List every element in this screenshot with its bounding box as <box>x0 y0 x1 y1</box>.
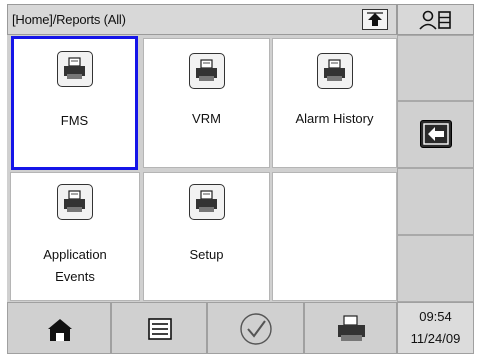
back-arrow-icon <box>423 123 449 145</box>
printer-icon <box>188 53 225 89</box>
clock-date: 11/24/09 <box>410 331 461 346</box>
up-arrow-icon <box>367 12 383 26</box>
back-button[interactable] <box>420 120 452 148</box>
up-button[interactable] <box>362 9 388 30</box>
confirm-button[interactable] <box>207 302 304 354</box>
tile-label-line1: Application <box>43 247 107 262</box>
user-list-icon <box>419 10 451 30</box>
breadcrumb: [Home]/Reports (All) <box>12 12 126 27</box>
printer-icon <box>338 315 365 341</box>
print-button[interactable] <box>304 302 397 354</box>
tile-application-events[interactable]: Application Events <box>10 172 140 301</box>
printer-icon <box>57 184 93 220</box>
bottom-bar: 09:54 11/24/09 <box>7 302 474 354</box>
tile-label: Alarm History <box>295 111 374 126</box>
tile-alarm-history[interactable]: Alarm History <box>272 38 397 168</box>
clock-time: 09:54 <box>419 309 452 324</box>
side-panel <box>397 35 474 302</box>
tile-empty <box>272 172 397 301</box>
side-button-4[interactable] <box>397 235 474 302</box>
printer-icon <box>188 184 225 220</box>
tile-label-line2: Events <box>55 269 95 284</box>
tile-label: Setup <box>189 247 224 262</box>
printer-icon <box>316 53 353 89</box>
side-button-1[interactable] <box>397 35 474 101</box>
report-grid: FMS VRM Alarm History Application Events… <box>7 35 397 302</box>
tile-setup[interactable]: Setup <box>143 172 270 301</box>
side-button-3[interactable] <box>397 168 474 235</box>
printer-icon <box>56 51 93 87</box>
list-button[interactable] <box>111 302 207 354</box>
list-icon <box>148 318 172 340</box>
checkmark-icon <box>240 313 272 345</box>
side-button-back[interactable] <box>397 101 474 168</box>
home-icon <box>48 319 72 341</box>
tile-label: VRM <box>192 111 221 126</box>
tile-fms[interactable]: FMS <box>11 36 138 170</box>
clock-display: 09:54 11/24/09 <box>397 302 474 354</box>
tile-vrm[interactable]: VRM <box>143 38 270 168</box>
tile-label: FMS <box>60 113 89 128</box>
header-bar: [Home]/Reports (All) <box>7 4 397 35</box>
screen: [Home]/Reports (All) FMS VRM Alarm Histo… <box>0 0 478 357</box>
user-panel-button[interactable] <box>397 4 474 35</box>
home-button[interactable] <box>7 302 111 354</box>
